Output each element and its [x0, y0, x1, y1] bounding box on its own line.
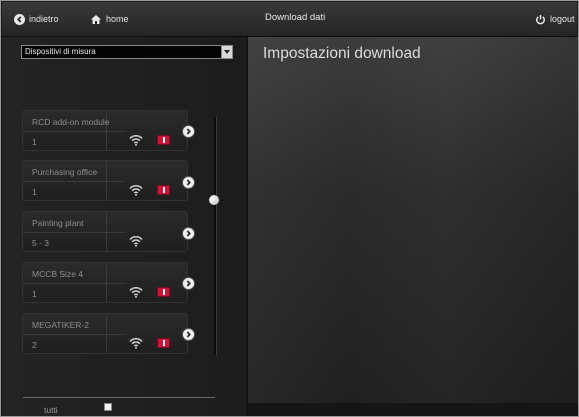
- device-name: MCCB Size 4: [32, 269, 84, 279]
- device-count: 5 - 3: [32, 238, 50, 248]
- top-bar: indietro home Download dati logout: [2, 2, 577, 37]
- open-device-button[interactable]: [182, 328, 195, 341]
- home-icon: [90, 14, 102, 25]
- device-name: Painting plant: [32, 218, 84, 228]
- chevron-down-icon[interactable]: [221, 46, 232, 58]
- chevron-right-icon: [186, 331, 191, 338]
- settings-heading: Impostazioni download: [263, 45, 421, 62]
- back-button[interactable]: indietro: [14, 12, 59, 26]
- scrollbar-thumb[interactable]: [209, 195, 219, 205]
- device-count: 1: [32, 137, 37, 147]
- app-window: indietro home Download dati logout Dispo…: [0, 0, 579, 417]
- wifi-icon: [129, 135, 143, 146]
- device-name: MEGATIKER-2: [32, 320, 89, 330]
- card-divider: [23, 334, 125, 335]
- device-list-scrollbar[interactable]: [214, 117, 217, 355]
- card-divider: [23, 181, 125, 182]
- device-name: RCD add-on module: [32, 117, 110, 127]
- chevron-left-icon: [14, 13, 25, 25]
- back-label: indietro: [29, 14, 59, 24]
- card-divider: [23, 131, 125, 132]
- open-device-button[interactable]: [182, 227, 195, 240]
- card-divider: [23, 283, 125, 284]
- alert-badge: [157, 185, 170, 195]
- open-device-button[interactable]: [182, 125, 195, 138]
- device-type-select-value: Dispositivi di misura: [25, 47, 96, 56]
- device-count: 1: [32, 289, 37, 299]
- card-divider: [106, 264, 107, 302]
- logout-label: logout: [550, 14, 575, 24]
- wifi-icon: [129, 185, 143, 196]
- wifi-icon: [129, 236, 143, 247]
- device-card[interactable]: MEGATIKER-2 2: [22, 313, 188, 354]
- wifi-icon: [129, 338, 143, 349]
- chevron-right-icon: [186, 280, 191, 287]
- card-divider: [106, 315, 107, 353]
- alert-badge: [157, 135, 170, 145]
- panel-footer: [248, 403, 578, 416]
- home-label: home: [106, 14, 129, 24]
- chevron-right-icon: [186, 230, 191, 237]
- select-all-label: tutti: [44, 405, 58, 415]
- device-type-select[interactable]: Dispositivi di misura: [21, 45, 233, 59]
- select-all-checkbox[interactable]: [104, 403, 112, 411]
- open-device-button[interactable]: [182, 176, 195, 189]
- card-divider: [106, 213, 107, 251]
- page-title: Download dati: [265, 12, 326, 23]
- device-count: 1: [32, 187, 37, 197]
- device-card[interactable]: Painting plant 5 - 3: [22, 211, 188, 252]
- chevron-right-icon: [186, 179, 191, 186]
- device-card[interactable]: MCCB Size 4 1: [22, 262, 188, 303]
- download-settings-panel: [247, 37, 578, 416]
- alert-badge: [157, 338, 170, 348]
- footer-divider: [23, 397, 215, 398]
- power-icon: [535, 14, 546, 25]
- chevron-right-icon: [186, 128, 191, 135]
- device-card[interactable]: Purchasing office 1: [22, 160, 188, 201]
- open-device-button[interactable]: [182, 277, 195, 290]
- home-button[interactable]: home: [90, 12, 129, 26]
- logout-button[interactable]: logout: [535, 12, 575, 26]
- device-name: Purchasing office: [32, 167, 98, 177]
- alert-badge: [157, 287, 170, 297]
- device-card[interactable]: RCD add-on module 1: [22, 110, 188, 151]
- wifi-icon: [129, 287, 143, 298]
- device-count: 2: [32, 340, 37, 350]
- card-divider: [106, 162, 107, 200]
- card-divider: [23, 232, 125, 233]
